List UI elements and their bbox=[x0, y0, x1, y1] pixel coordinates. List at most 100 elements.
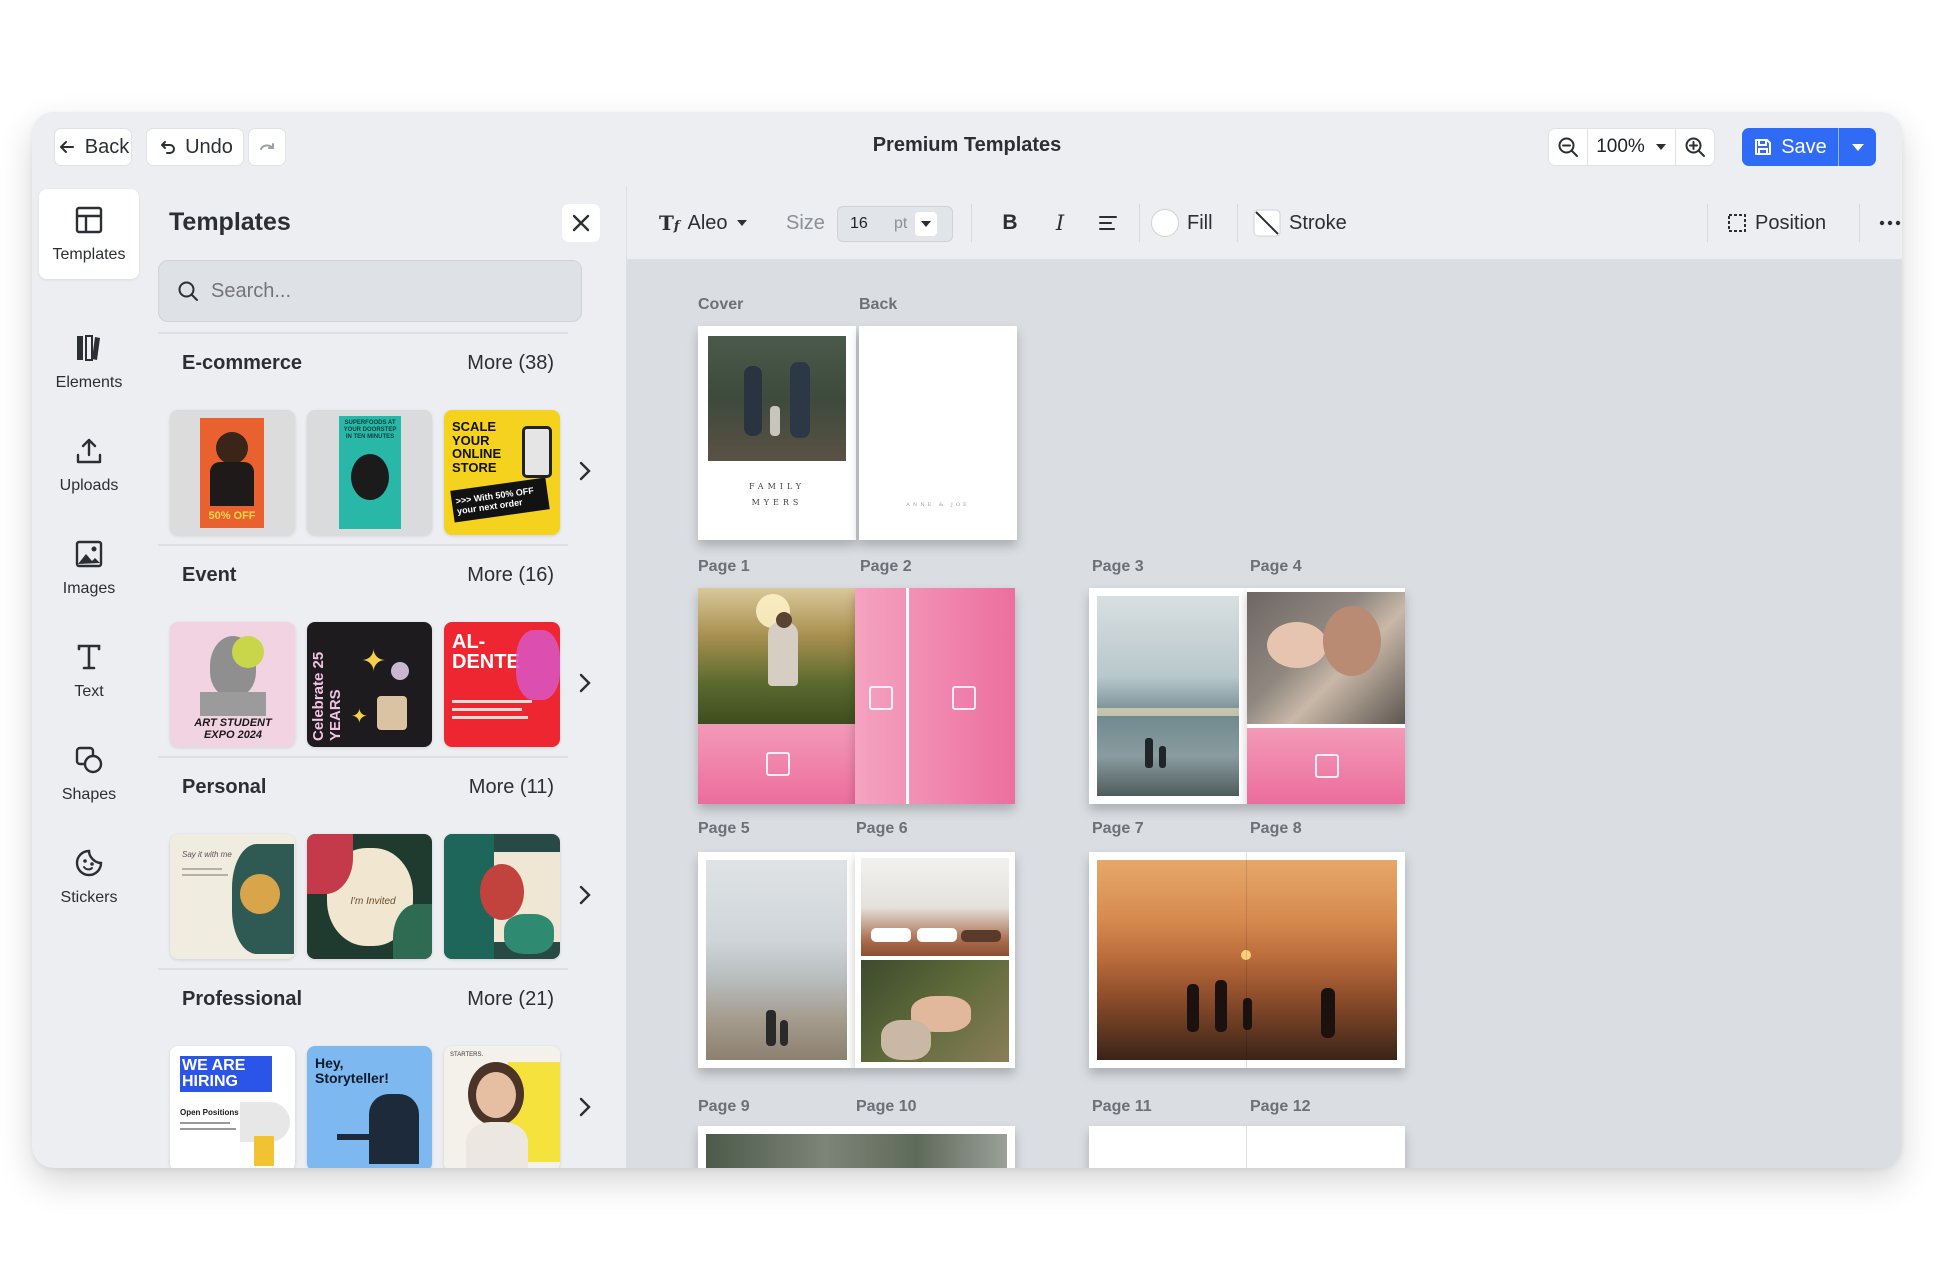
zoom-select[interactable]: 100% bbox=[1587, 129, 1676, 165]
chevron-right-icon bbox=[579, 461, 591, 481]
image-placeholder[interactable] bbox=[698, 724, 855, 804]
rail-label: Templates bbox=[52, 246, 126, 263]
app-window: Back Undo Premium Templates 100% Save Te… bbox=[32, 112, 1902, 1168]
template-thumb[interactable]: SUPERFOODS AT YOUR DOORSTEP IN TEN MINUT… bbox=[307, 410, 432, 535]
thumbnail-row: WE ARE HIRING Open Positions Hey, Storyt… bbox=[170, 1046, 560, 1168]
template-thumb[interactable]: Say it with me bbox=[170, 834, 295, 959]
scroll-right-button[interactable] bbox=[570, 668, 600, 698]
more-link[interactable]: More (16) bbox=[467, 564, 554, 587]
chevron-down-icon bbox=[921, 221, 932, 227]
save-button[interactable]: Save bbox=[1742, 128, 1838, 166]
template-thumb[interactable]: Celebrate 25 YEARS ✦ ✦ bbox=[307, 622, 432, 747]
page-cover[interactable]: FAMILY MYERS bbox=[698, 326, 856, 540]
image-placeholder-icon bbox=[1315, 754, 1339, 778]
rail-label: Images bbox=[62, 580, 116, 597]
template-thumb[interactable]: AL-DENTE bbox=[444, 622, 560, 747]
page-back[interactable]: ANNE & JOE bbox=[859, 326, 1017, 540]
image-placeholder[interactable] bbox=[1247, 728, 1405, 804]
more-link[interactable]: More (11) bbox=[469, 776, 554, 799]
size-dropdown-button[interactable] bbox=[915, 212, 938, 236]
template-thumb[interactable] bbox=[444, 834, 560, 959]
rail-item-elements[interactable]: Elements bbox=[39, 317, 139, 407]
zoom-in-button[interactable] bbox=[1676, 129, 1714, 165]
rail-item-stickers[interactable]: Stickers bbox=[39, 832, 139, 922]
page-label: Page 2 bbox=[860, 558, 912, 575]
image-placeholder-icon bbox=[766, 752, 790, 776]
font-select[interactable]: Tf Aleo bbox=[659, 204, 748, 242]
page-7-8-spread[interactable] bbox=[1089, 852, 1405, 1068]
position-button[interactable]: Position bbox=[1727, 204, 1826, 242]
bold-button[interactable]: B bbox=[995, 204, 1025, 242]
scroll-right-button[interactable] bbox=[570, 880, 600, 910]
canvas-area: Cover Back Page 1 Page 2 Page 3 Page 4 P… bbox=[627, 260, 1902, 1168]
template-thumb[interactable]: SCALE YOUR ONLINE STORE >>> With 50% OFF… bbox=[444, 410, 560, 535]
page-3-photo bbox=[1097, 596, 1239, 796]
zoom-out-button[interactable] bbox=[1549, 129, 1587, 165]
page-1[interactable] bbox=[698, 588, 855, 804]
stroke-label: Stroke bbox=[1289, 211, 1347, 234]
image-placeholder[interactable] bbox=[855, 588, 909, 804]
template-thumb[interactable]: 50% OFF bbox=[170, 410, 295, 535]
more-options-button[interactable] bbox=[1879, 204, 1901, 242]
cover-title-line1: FAMILY bbox=[748, 482, 806, 491]
rail-item-uploads[interactable]: Uploads bbox=[39, 420, 139, 510]
template-thumb[interactable]: ART STUDENT EXPO 2024 bbox=[170, 622, 295, 747]
page-6-photo-bottom bbox=[861, 960, 1009, 1062]
template-thumb[interactable]: WE ARE HIRING Open Positions bbox=[170, 1046, 295, 1168]
page-5[interactable] bbox=[698, 852, 855, 1068]
fill-swatch-icon bbox=[1151, 209, 1179, 237]
page-label: Page 12 bbox=[1250, 1098, 1311, 1115]
elements-icon bbox=[77, 335, 100, 361]
page-9-10-spread[interactable] bbox=[698, 1126, 1015, 1168]
size-label: Size bbox=[786, 211, 825, 234]
thumb-text: I'm Invited bbox=[350, 896, 396, 907]
more-link[interactable]: More (21) bbox=[467, 988, 554, 1011]
save-options-button[interactable] bbox=[1838, 128, 1876, 166]
bold-icon: B bbox=[1002, 211, 1018, 234]
text-icon bbox=[77, 644, 101, 670]
template-thumb[interactable]: STARTERS. bbox=[444, 1046, 560, 1168]
zoom-value: 100% bbox=[1596, 136, 1645, 157]
rail-label: Text bbox=[74, 683, 104, 700]
page-4[interactable] bbox=[1247, 588, 1405, 804]
image-icon bbox=[75, 540, 103, 568]
page-label: Page 10 bbox=[856, 1098, 917, 1115]
italic-button[interactable]: I bbox=[1045, 204, 1075, 242]
page-4-photo bbox=[1247, 592, 1405, 724]
page-label: Page 4 bbox=[1250, 558, 1302, 575]
scroll-right-button[interactable] bbox=[570, 456, 600, 486]
rail-item-shapes[interactable]: Shapes bbox=[39, 729, 139, 819]
fill-label: Fill bbox=[1187, 211, 1213, 234]
scroll-right-button[interactable] bbox=[570, 1092, 600, 1122]
template-thumb[interactable]: I'm Invited bbox=[307, 834, 432, 959]
thumb-text: Hey, Storyteller! bbox=[315, 1055, 389, 1086]
rail-item-images[interactable]: Images bbox=[39, 523, 139, 613]
align-button[interactable] bbox=[1093, 204, 1123, 242]
chevron-right-icon bbox=[579, 673, 591, 693]
format-toolbar: Tf Aleo Size 16 pt B I Fill Stroke Posit… bbox=[627, 186, 1902, 260]
search-input[interactable] bbox=[211, 279, 541, 303]
font-icon: Tf bbox=[659, 211, 680, 235]
page-2[interactable] bbox=[855, 588, 1015, 804]
page-9-10-photo bbox=[706, 1134, 1007, 1168]
panel-title: Templates bbox=[169, 208, 291, 236]
rail-item-templates[interactable]: Templates bbox=[39, 189, 139, 279]
stroke-button[interactable]: Stroke bbox=[1253, 204, 1347, 242]
rail-item-text[interactable]: Text bbox=[39, 626, 139, 716]
page-11-12-spread[interactable] bbox=[1089, 1126, 1405, 1168]
fill-button[interactable]: Fill bbox=[1151, 204, 1213, 242]
page-label: Page 1 bbox=[698, 558, 750, 575]
italic-icon: I bbox=[1055, 211, 1065, 235]
image-placeholder[interactable] bbox=[912, 588, 1015, 804]
thumbnail-row: 50% OFF SUPERFOODS AT YOUR DOORSTEP IN T… bbox=[170, 410, 560, 535]
zoom-control: 100% bbox=[1548, 128, 1715, 166]
size-input[interactable]: 16 pt bbox=[837, 206, 953, 242]
page-3[interactable] bbox=[1089, 588, 1247, 804]
page-6[interactable] bbox=[855, 852, 1015, 1068]
back-cover-text: ANNE & JOE bbox=[906, 502, 970, 508]
close-panel-button[interactable] bbox=[562, 204, 600, 242]
more-link[interactable]: More (38) bbox=[467, 352, 554, 375]
thumb-text: SCALE YOUR ONLINE STORE bbox=[452, 419, 502, 475]
thumb-text: ART STUDENT EXPO 2024 bbox=[194, 717, 272, 741]
template-thumb[interactable]: Hey, Storyteller! bbox=[307, 1046, 432, 1168]
